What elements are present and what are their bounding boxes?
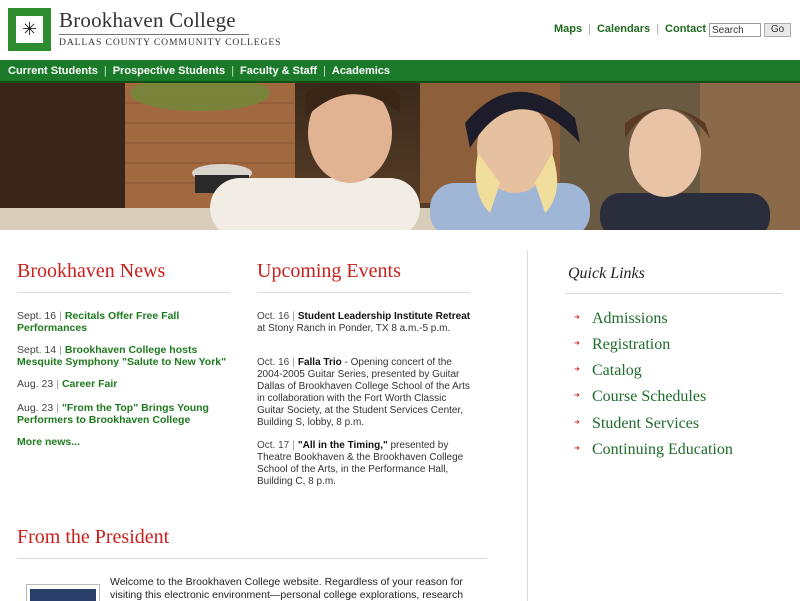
event-title[interactable]: Student Leadership Institute Retreat: [298, 311, 470, 322]
nav-separator: |: [103, 64, 107, 77]
hero-photo-art: [0, 83, 800, 230]
quick-link-student-services[interactable]: ➜ Student Services: [574, 415, 699, 433]
more-news: More news...: [17, 436, 232, 448]
header-divider: [59, 34, 249, 35]
news-date: Aug. 23: [17, 378, 54, 390]
go-button[interactable]: Go: [764, 23, 791, 37]
college-name[interactable]: Brookhaven College: [59, 8, 236, 33]
president-heading: From the President: [17, 526, 170, 548]
event-item: Oct. 17 | "All in the Timing," presented b…: [257, 440, 464, 487]
news-rule: [17, 292, 230, 293]
quick-link-label[interactable]: Catalog: [592, 362, 642, 379]
arrow-right-icon: ➜: [574, 391, 580, 400]
news-date: Sept. 16: [17, 310, 57, 322]
quick-link-label[interactable]: Student Services: [592, 415, 699, 432]
news-item: Sept. 14 | Brookhaven College hosts Mesqui…: [17, 344, 227, 368]
event-title[interactable]: Falla Trio: [298, 357, 342, 368]
events-rule: [257, 292, 470, 293]
event-title[interactable]: "All in the Timing,": [298, 440, 388, 451]
quick-link-catalog[interactable]: ➜ Catalog: [574, 362, 642, 380]
quick-link-registration[interactable]: ➜ Registration: [574, 336, 670, 354]
quick-link-label[interactable]: Registration: [592, 336, 670, 353]
news-item: Sept. 16 | Recitals Offer Free Fall Perfor…: [17, 310, 180, 334]
quick-link-label[interactable]: Continuing Education: [592, 441, 733, 458]
news-item: Aug. 23 | "From the Top" Brings Young Perf…: [17, 402, 209, 426]
utility-nav: Maps | Calendars | Contact |: [554, 23, 721, 35]
nav-current-students[interactable]: Current Students: [8, 65, 98, 77]
college-logo-icon[interactable]: ✳: [8, 8, 51, 51]
util-separator: |: [656, 23, 660, 35]
president-welcome-text: Welcome to the Brookhaven College websit…: [110, 576, 464, 601]
quick-link-label[interactable]: Admissions: [592, 310, 668, 327]
event-item: Oct. 16 | Falla Trio - Opening concert of …: [257, 357, 470, 428]
site-header: ✳ Brookhaven College DALLAS COUNTY COMMU…: [0, 0, 800, 60]
main-nav: Current Students | Prospective Students …: [0, 60, 800, 81]
util-link-calendars[interactable]: Calendars: [597, 23, 650, 35]
event-date: Oct. 16: [257, 357, 290, 368]
arrow-right-icon: ➜: [574, 339, 580, 348]
util-link-contact[interactable]: Contact: [665, 23, 706, 35]
quick-link-admissions[interactable]: ➜ Admissions: [574, 310, 668, 328]
news-item: Aug. 23 | Career Fair: [17, 378, 118, 390]
column-divider: [527, 250, 528, 601]
hero-photo: [0, 83, 800, 230]
president-rule: [17, 558, 487, 559]
arrow-right-icon: ➜: [574, 444, 580, 453]
president-photo: [30, 589, 96, 601]
event-date: Oct. 17: [257, 440, 290, 451]
more-news-link[interactable]: More news...: [17, 436, 80, 448]
event-date: Oct. 16: [257, 311, 290, 322]
nav-academics[interactable]: Academics: [332, 65, 390, 77]
nav-faculty-staff[interactable]: Faculty & Staff: [240, 65, 317, 77]
nav-separator: |: [231, 64, 235, 77]
quick-link-label[interactable]: Course Schedules: [592, 388, 706, 405]
arrow-right-icon: ➜: [574, 418, 580, 427]
arrow-right-icon: ➜: [574, 365, 580, 374]
event-desc: at Stony Ranch in Ponder, TX 8 a.m.-5 p.…: [257, 323, 451, 334]
quick-links-heading: Quick Links: [568, 265, 645, 282]
util-separator: |: [588, 23, 591, 35]
quick-link-continuing-education[interactable]: ➜ Continuing Education: [574, 441, 733, 459]
nav-prospective-students[interactable]: Prospective Students: [113, 65, 225, 77]
events-heading: Upcoming Events: [257, 260, 401, 282]
college-district: DALLAS COUNTY COMMUNITY COLLEGES: [59, 37, 282, 48]
nav-separator: |: [323, 64, 326, 77]
news-date: Aug. 23: [17, 402, 54, 414]
news-link[interactable]: Career Fair: [62, 378, 117, 390]
util-link-maps[interactable]: Maps: [554, 23, 582, 35]
news-date: Sept. 14: [17, 344, 57, 356]
quick-link-course-schedules[interactable]: ➜ Course Schedules: [574, 388, 706, 406]
quick-links-rule: [566, 293, 782, 294]
news-heading: Brookhaven News: [17, 260, 166, 282]
event-item: Oct. 16 | Student Leadership Institute Ret…: [257, 311, 471, 334]
search-input[interactable]: [709, 23, 761, 37]
arrow-right-icon: ➜: [574, 313, 580, 322]
